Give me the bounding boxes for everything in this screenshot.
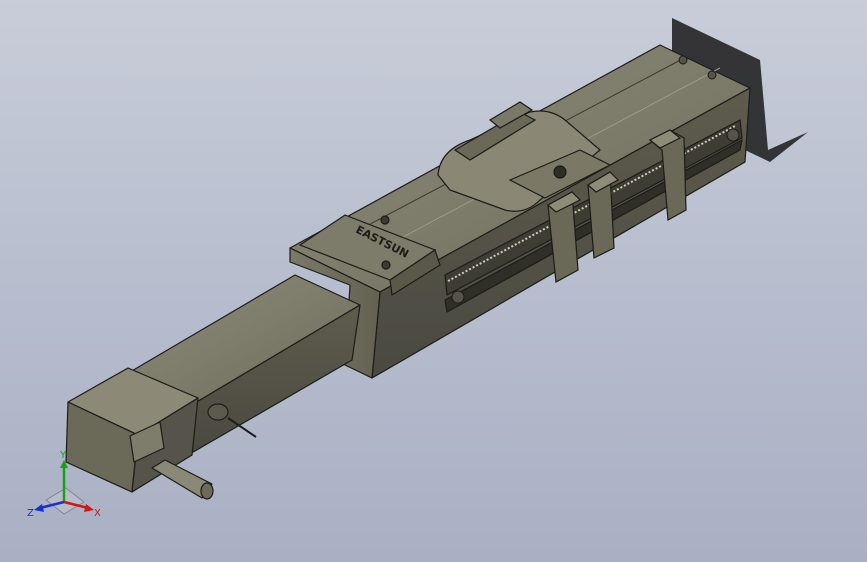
y-label: Y (59, 450, 67, 461)
linear-actuator-model[interactable]: EASTSUN (0, 0, 867, 562)
x-arrow (84, 504, 94, 512)
z-arrow (34, 504, 44, 512)
cad-viewport[interactable]: EASTSUN Y X Z (0, 0, 867, 562)
axis-triad[interactable]: Y X Z (26, 450, 106, 525)
x-label: X (94, 508, 101, 519)
y-arrow (60, 460, 68, 468)
z-label: Z (27, 508, 34, 519)
